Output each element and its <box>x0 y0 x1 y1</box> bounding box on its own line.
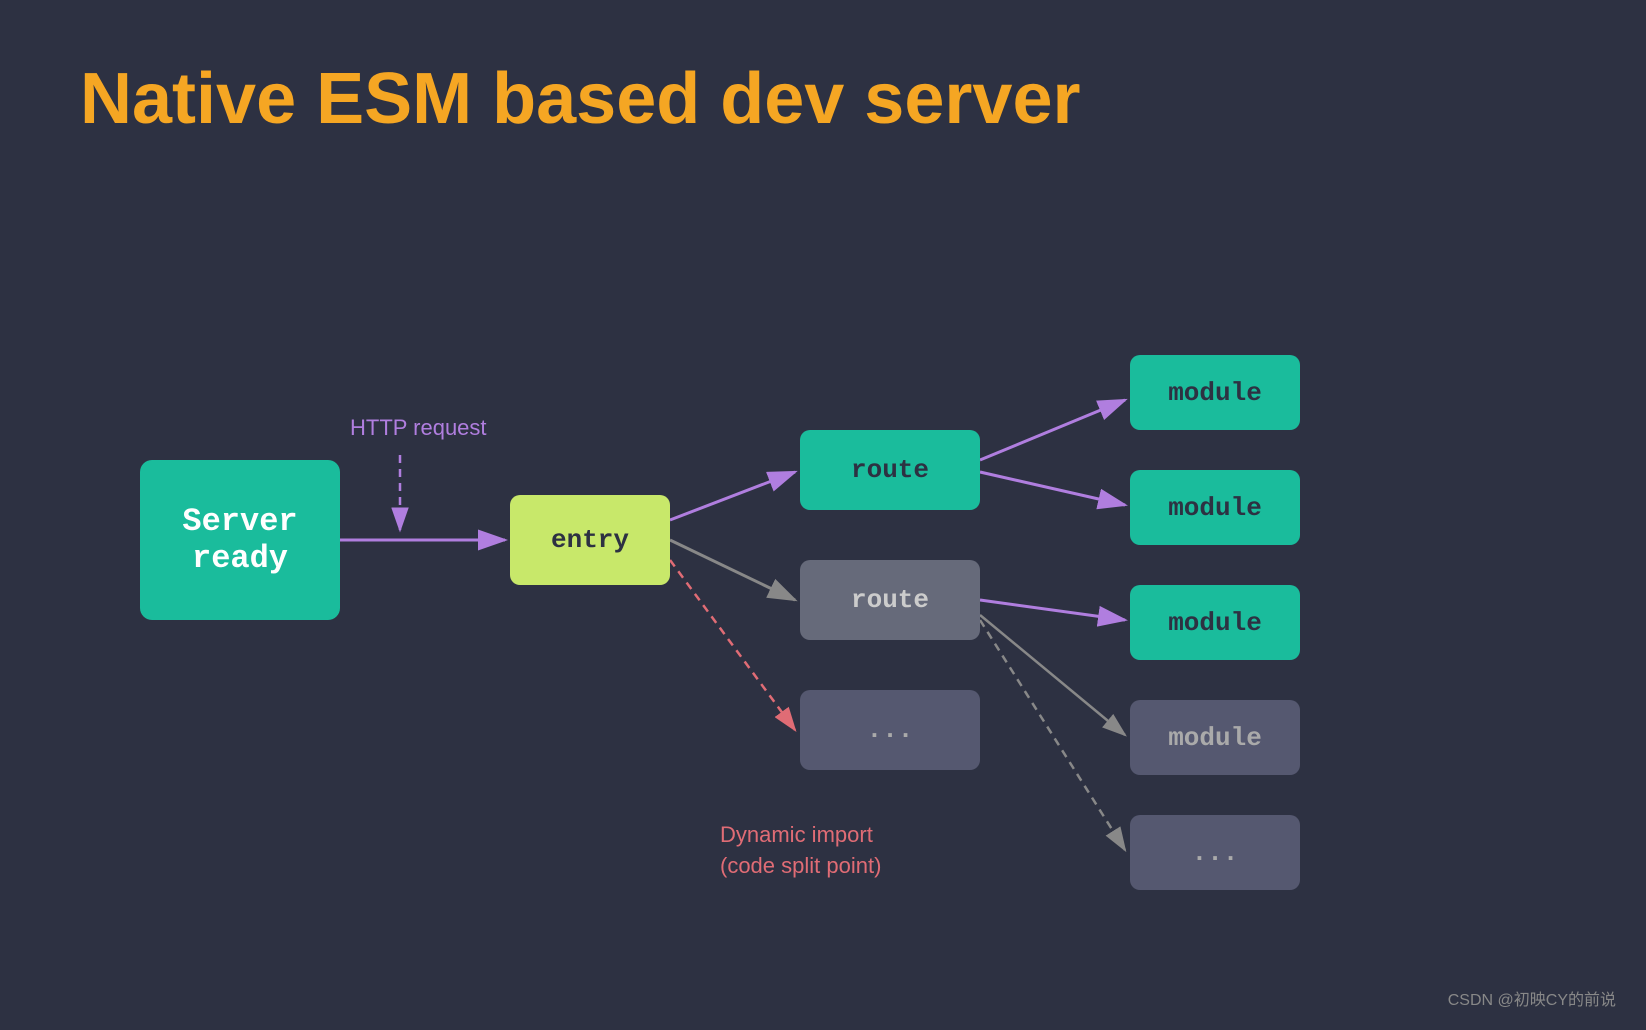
module3-box: module <box>1130 585 1300 660</box>
dynamic-import-line1: Dynamic import <box>720 822 873 847</box>
route2-box: route <box>800 560 980 640</box>
dynamic-import-line2: (code split point) <box>720 853 881 878</box>
route1-box: route <box>800 430 980 510</box>
dots1-box: ... <box>800 690 980 770</box>
watermark: CSDN @初映CY的前说 <box>1448 986 1616 1010</box>
module2-label: module <box>1168 493 1262 523</box>
diagram-area: Server ready entry route route ... modul… <box>80 200 1560 920</box>
module4-label: module <box>1168 723 1262 753</box>
entry-box: entry <box>510 495 670 585</box>
slide: Native ESM based dev server <box>0 0 1646 1030</box>
dots1-label: ... <box>867 715 914 745</box>
module1-box: module <box>1130 355 1300 430</box>
dots2-label: ... <box>1192 838 1239 868</box>
dynamic-import-label: Dynamic import (code split point) <box>720 820 881 882</box>
slide-title: Native ESM based dev server <box>80 60 1566 139</box>
dots2-box: ... <box>1130 815 1300 890</box>
server-ready-box: Server ready <box>140 460 340 620</box>
entry-label: entry <box>551 525 629 555</box>
http-request-label: HTTP request <box>350 415 487 441</box>
module4-box: module <box>1130 700 1300 775</box>
module1-label: module <box>1168 378 1262 408</box>
route2-label: route <box>851 585 929 615</box>
module2-box: module <box>1130 470 1300 545</box>
route1-label: route <box>851 455 929 485</box>
server-ready-label: Server ready <box>182 503 297 577</box>
module3-label: module <box>1168 608 1262 638</box>
